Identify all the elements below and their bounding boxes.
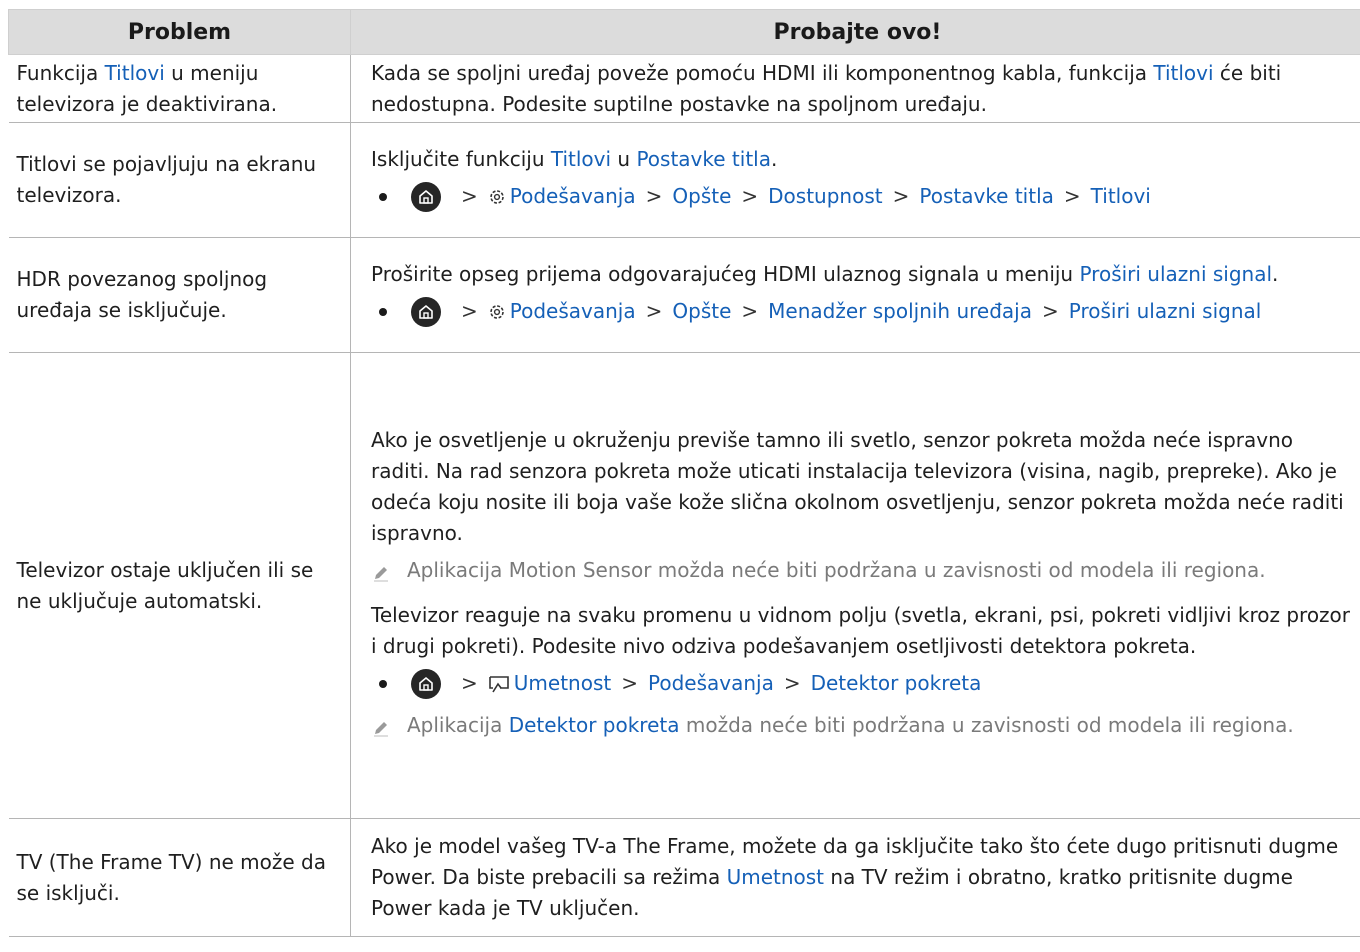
note: Aplikacija Detektor pokreta možda neće b…: [371, 710, 1357, 747]
link-prosiri-ulazni-signal[interactable]: Proširi ulazni signal: [1079, 262, 1272, 286]
chevron-right-icon: >: [741, 184, 759, 208]
menu-path: > Podešavanja > Opšte > Dostupnost > Pos…: [371, 177, 1357, 217]
header-problem: Problem: [8, 9, 351, 55]
problem-cell: TV (The Frame TV) ne može da se isključi…: [8, 818, 351, 937]
solution-text: Proširite opseg prijema odgovarajućeg HD…: [371, 261, 1080, 286]
note-text-part: možda neće biti podržana u zavisnosti od…: [679, 712, 1294, 737]
chevron-right-icon: >: [461, 184, 478, 208]
art-mode-icon: [488, 674, 510, 694]
header-solution: Probajte ovo!: [350, 9, 1360, 55]
path-item-podesavanja[interactable]: Podešavanja: [648, 668, 774, 699]
menu-path: > Podešavanja > Opšte > Menadžer spoljni…: [371, 292, 1357, 332]
link-titlovi[interactable]: Titlovi: [1153, 61, 1213, 85]
solution-paragraph: Ako je osvetljenje u okruženju previše t…: [371, 427, 1344, 545]
solution-text: .: [770, 146, 778, 171]
link-postavke-titla[interactable]: Postavke titla: [636, 147, 771, 171]
path-item-titlovi[interactable]: Titlovi: [1091, 181, 1151, 212]
solution-text: .: [1272, 261, 1279, 286]
problem-cell: Titlovi se pojavljuju na ekranu televizo…: [8, 122, 351, 238]
solution-cell: Proširite opseg prijema odgovarajućeg HD…: [350, 237, 1360, 353]
path-item-menadzer[interactable]: Menadžer spoljnih uređaja: [768, 296, 1032, 327]
problem-text: Funkcija: [16, 60, 105, 85]
chevron-right-icon: >: [783, 671, 801, 695]
solution-cell: Ako je osvetljenje u okruženju previše t…: [350, 352, 1360, 819]
solution-text: Isključite funkciju: [371, 146, 551, 171]
path-item-prosiri-ulazni-signal[interactable]: Proširi ulazni signal: [1069, 296, 1262, 327]
note-text: Aplikacija Motion Sensor možda neće biti…: [407, 557, 1266, 582]
home-icon[interactable]: [411, 181, 441, 212]
path-item-postavke-titla[interactable]: Postavke titla: [919, 181, 1054, 212]
path-item-podesavanja[interactable]: Podešavanja: [510, 181, 636, 212]
path-item-umetnost[interactable]: Umetnost: [514, 668, 611, 699]
table-row: Titlovi se pojavljuju na ekranu televizo…: [8, 122, 1360, 238]
bullet: [379, 679, 387, 688]
chevron-right-icon: >: [1041, 299, 1059, 323]
path-item-opste[interactable]: Opšte: [672, 181, 731, 212]
problem-cell: Funkcija Titlovi u meniju televizora je …: [8, 54, 351, 123]
menu-path: > Umetnost > Podešavanja > Detektor pokr…: [371, 664, 1357, 704]
gear-icon: [488, 188, 506, 206]
link-umetnost[interactable]: Umetnost: [727, 865, 824, 889]
chevron-right-icon: >: [461, 671, 478, 695]
link-titlovi[interactable]: Titlovi: [551, 147, 611, 171]
bullet: [379, 192, 387, 201]
solution-paragraph: Televizor reaguje na svaku promenu u vid…: [371, 602, 1351, 658]
table-row: Funkcija Titlovi u meniju televizora je …: [8, 54, 1360, 123]
pencil-icon: [371, 710, 407, 747]
path-item-podesavanja[interactable]: Podešavanja: [510, 296, 636, 327]
troubleshooting-table: Problem Probajte ovo! Funkcija Titlovi u…: [8, 9, 1360, 937]
table-row: Televizor ostaje uključen ili se ne uklj…: [8, 352, 1360, 819]
pencil-icon: [371, 555, 407, 592]
chevron-right-icon: >: [621, 671, 638, 695]
path-item-dostupnost[interactable]: Dostupnost: [768, 181, 882, 212]
solution-cell: Kada se spoljni uređaj poveže pomoću HDM…: [350, 54, 1360, 123]
chevron-right-icon: >: [892, 184, 910, 208]
solution-cell: Isključite funkciju Titlovi u Postavke t…: [350, 122, 1360, 238]
problem-cell: Televizor ostaje uključen ili se ne uklj…: [8, 352, 351, 819]
table-header-row: Problem Probajte ovo!: [8, 9, 1360, 55]
note: Aplikacija Motion Sensor možda neće biti…: [371, 555, 1357, 592]
chevron-right-icon: >: [741, 299, 759, 323]
chevron-right-icon: >: [1063, 184, 1081, 208]
path-item-opste[interactable]: Opšte: [672, 296, 731, 327]
table-row: HDR povezanog spoljnog uređaja se isklju…: [8, 237, 1360, 353]
note-text-part: Aplikacija: [407, 712, 509, 737]
chevron-right-icon: >: [645, 184, 663, 208]
solution-text: Kada se spoljni uređaj poveže pomoću HDM…: [371, 60, 1154, 85]
troubleshooting-table-wrapper: Problem Probajte ovo! Funkcija Titlovi u…: [8, 9, 1360, 937]
home-icon[interactable]: [411, 296, 441, 327]
link-detektor-pokreta[interactable]: Detektor pokreta: [509, 713, 680, 737]
chevron-right-icon: >: [645, 299, 663, 323]
path-item-detektor-pokreta[interactable]: Detektor pokreta: [811, 668, 982, 699]
link-titlovi[interactable]: Titlovi: [105, 61, 165, 85]
problem-cell: HDR povezanog spoljnog uređaja se isklju…: [8, 237, 351, 353]
chevron-right-icon: >: [461, 299, 478, 323]
home-icon[interactable]: [411, 668, 441, 699]
solution-cell: Ako je model vašeg TV-a The Frame, možet…: [350, 818, 1360, 937]
solution-text: u: [611, 146, 637, 171]
table-row: TV (The Frame TV) ne može da se isključi…: [8, 818, 1360, 937]
note-text: Aplikacija Detektor pokreta možda neće b…: [407, 710, 1357, 747]
gear-icon: [488, 303, 506, 321]
bullet: [379, 307, 387, 316]
